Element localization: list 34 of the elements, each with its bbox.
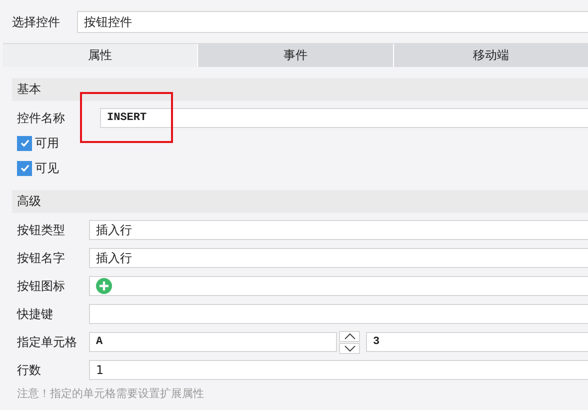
- checkmark-icon: [18, 137, 30, 149]
- column-field[interactable]: A: [89, 332, 337, 352]
- row-field[interactable]: 3: [366, 332, 588, 352]
- tab[interactable]: 事件: [197, 44, 393, 67]
- field-label: 选择控件: [12, 14, 61, 30]
- field-label: 按钮图标: [17, 278, 66, 294]
- field-label: 控件名称: [17, 110, 66, 126]
- section-header: 高级: [12, 190, 588, 213]
- checkbox[interactable]: [17, 160, 32, 176]
- spin-up-button[interactable]: [339, 330, 360, 342]
- chevron-down-icon: [344, 344, 356, 352]
- input-field[interactable]: 插入行: [89, 248, 588, 268]
- section-header: 基本: [12, 78, 588, 101]
- tab[interactable]: 移动端: [392, 44, 588, 67]
- input-field[interactable]: 1: [89, 360, 588, 380]
- checkmark-icon: [18, 162, 30, 174]
- checkbox[interactable]: [17, 136, 32, 150]
- tab[interactable]: 属性: [3, 44, 198, 67]
- chevron-up-icon: [344, 332, 356, 340]
- input-field[interactable]: [89, 304, 588, 324]
- input-field[interactable]: INSERT: [100, 108, 588, 128]
- field-label: 按钮名字: [17, 250, 66, 266]
- field-label: 按钮类型: [17, 222, 66, 238]
- note-text: 注意！指定的单元格需要设置扩展属性: [17, 386, 205, 401]
- field-label: 快捷键: [17, 306, 54, 322]
- field-label: 指定单元格: [17, 334, 78, 350]
- add-icon[interactable]: [96, 278, 112, 294]
- icon-field[interactable]: [89, 276, 588, 296]
- input-field[interactable]: 插入行: [89, 220, 588, 240]
- checkbox-label: 可用: [35, 134, 59, 152]
- widget-select-field[interactable]: 按钮控件: [77, 11, 588, 33]
- field-label: 行数: [17, 362, 42, 378]
- spin-down-button[interactable]: [339, 342, 360, 354]
- checkbox-label: 可见: [35, 160, 59, 176]
